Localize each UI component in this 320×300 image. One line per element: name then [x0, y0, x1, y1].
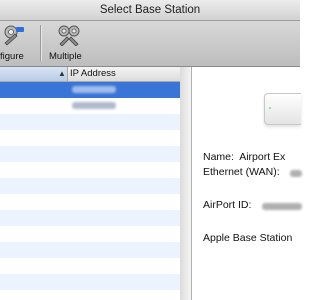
column-header-name[interactable]: ▲ [0, 67, 68, 81]
toolbar: figure Multiple [0, 21, 300, 67]
multiple-icon [58, 25, 80, 46]
sort-ascending-icon: ▲ [58, 69, 66, 78]
table-row[interactable] [0, 98, 180, 114]
airport-express-icon [264, 93, 301, 125]
empty-row [0, 274, 180, 290]
name-value: Airport Ex [239, 151, 286, 163]
empty-row [0, 114, 180, 130]
airport-id-row: AirPort ID: [203, 199, 251, 211]
multiple-button[interactable]: Multiple [44, 21, 90, 66]
name-row: Name: Airport Ex [203, 151, 285, 163]
ip-address-redacted [72, 102, 116, 109]
column-header-ip-address[interactable]: IP Address [70, 67, 116, 81]
name-label: Name: [203, 151, 234, 163]
empty-row [0, 162, 180, 178]
ip-address-redacted [72, 86, 116, 93]
model-text: Apple Base Station [203, 232, 293, 244]
ethernet-wan-row: Ethernet (WAN): [203, 166, 280, 178]
empty-row [0, 242, 180, 258]
window-title: Select Base Station [99, 4, 201, 16]
empty-row [0, 210, 180, 226]
ethernet-wan-value-redacted [290, 170, 302, 177]
detail-panel: Name: Airport Ex Ethernet (WAN): AirPort… [192, 67, 302, 300]
list-scrollbar[interactable] [180, 67, 192, 300]
empty-row [0, 178, 180, 194]
empty-row [0, 258, 180, 274]
empty-row [0, 226, 180, 242]
airport-id-label: AirPort ID: [203, 199, 252, 211]
multiple-label: Multiple [49, 51, 82, 62]
empty-row [0, 130, 180, 146]
table-row[interactable] [0, 82, 180, 98]
configure-icon [4, 25, 24, 46]
ethernet-wan-label: Ethernet (WAN): [203, 166, 280, 178]
airport-id-value-redacted [262, 203, 302, 210]
list-header: ▲ IP Address [0, 67, 180, 82]
window-titlebar: Select Base Station [0, 0, 300, 21]
empty-row [0, 146, 180, 162]
empty-row [0, 194, 180, 210]
base-station-list[interactable]: ▲ IP Address [0, 67, 181, 300]
toolbar-separator [40, 25, 41, 61]
status-led [269, 107, 271, 109]
configure-label: figure [0, 51, 24, 62]
configure-button[interactable]: figure [0, 21, 40, 66]
